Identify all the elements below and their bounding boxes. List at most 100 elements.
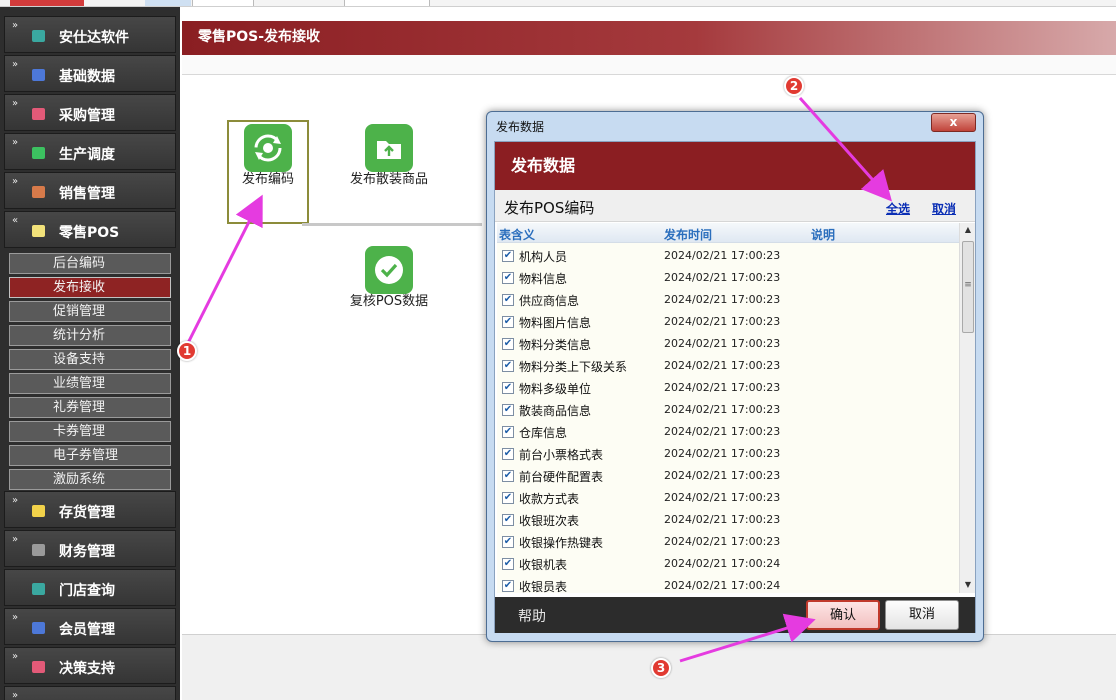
- row-name: 前台硬件配置表: [519, 470, 604, 484]
- sidebar: » 安仕达软件 » 基础数据 » 采购管理 » 生产调度 » 销售管理 « 零售…: [0, 7, 180, 700]
- menu-sales[interactable]: » 销售管理: [4, 172, 176, 209]
- row-checkbox[interactable]: ✔: [502, 250, 514, 262]
- table-row[interactable]: ✔ 前台硬件配置表 2024/02/21 17:00:23: [497, 465, 959, 487]
- row-name: 收银员表: [519, 580, 568, 593]
- row-checkbox[interactable]: ✔: [502, 316, 514, 328]
- menu-finance[interactable]: » 财务管理: [4, 530, 176, 567]
- row-checkbox[interactable]: ✔: [502, 272, 514, 284]
- table-row[interactable]: ✔ 物料分类信息 2024/02/21 17:00:23: [497, 333, 959, 355]
- menu-module-icon: [32, 147, 45, 159]
- table-row[interactable]: ✔ 物料信息 2024/02/21 17:00:23: [497, 267, 959, 289]
- row-checkbox[interactable]: ✔: [502, 492, 514, 504]
- close-icon: x: [949, 115, 958, 129]
- tile-review-pos-data[interactable]: 复核POS数据: [348, 246, 430, 308]
- row-name: 物料图片信息: [519, 316, 592, 330]
- row-time: 2024/02/21 17:00:23: [664, 271, 781, 284]
- table-row[interactable]: ✔ 收银员表 2024/02/21 17:00:24: [497, 575, 959, 593]
- column-header[interactable]: 表含义: [499, 226, 535, 243]
- row-checkbox[interactable]: ✔: [502, 404, 514, 416]
- submenu-statistics[interactable]: 统计分析: [9, 325, 171, 346]
- menu-label: 门店查询: [59, 583, 115, 599]
- row-checkbox[interactable]: ✔: [502, 514, 514, 526]
- table-row[interactable]: ✔ 收款方式表 2024/02/21 17:00:23: [497, 487, 959, 509]
- deselect-all-link[interactable]: 取消: [932, 200, 956, 217]
- row-checkbox[interactable]: ✔: [502, 448, 514, 460]
- menu-more[interactable]: »: [4, 686, 176, 700]
- row-checkbox[interactable]: ✔: [502, 382, 514, 394]
- row-time: 2024/02/21 17:00:24: [664, 557, 781, 570]
- row-checkbox[interactable]: ✔: [502, 360, 514, 372]
- table-row[interactable]: ✔ 散装商品信息 2024/02/21 17:00:23: [497, 399, 959, 421]
- row-name: 供应商信息: [519, 294, 580, 308]
- scroll-down-icon[interactable]: ▼: [960, 578, 976, 592]
- submenu-publish-receive[interactable]: 发布接收: [9, 277, 171, 298]
- row-checkbox[interactable]: ✔: [502, 294, 514, 306]
- annotation-badge: 1: [177, 341, 197, 361]
- submenu-backend-code[interactable]: 后台编码: [9, 253, 171, 274]
- submenu-e-voucher[interactable]: 电子券管理: [9, 445, 171, 466]
- row-checkbox[interactable]: ✔: [502, 536, 514, 548]
- publish-table: 表含义 发布时间 说明 ✔ 机构人员 2024/02/21 17:00:23 ✔ 物料信…: [497, 223, 959, 593]
- menu-member[interactable]: » 会员管理: [4, 608, 176, 645]
- table-row[interactable]: ✔ 收银机表 2024/02/21 17:00:24: [497, 553, 959, 575]
- row-checkbox[interactable]: ✔: [502, 580, 514, 592]
- menu-retail-pos[interactable]: « 零售POS: [4, 211, 176, 248]
- table-row[interactable]: ✔ 物料图片信息 2024/02/21 17:00:23: [497, 311, 959, 333]
- table-row[interactable]: ✔ 收银操作热键表 2024/02/21 17:00:23: [497, 531, 959, 553]
- dialog-subheader: 发布POS编码 全选 取消: [495, 190, 975, 222]
- submenu-performance[interactable]: 业绩管理: [9, 373, 171, 394]
- menu-basic-data[interactable]: » 基础数据: [4, 55, 176, 92]
- column-header[interactable]: 发布时间: [664, 226, 712, 243]
- menu-module-icon: [32, 505, 45, 517]
- expand-chevron-icon: »: [12, 495, 19, 506]
- vertical-scrollbar[interactable]: ▲ ≡ ▼: [959, 223, 975, 593]
- check-icon: [365, 246, 413, 294]
- menu-label: 决策支持: [59, 661, 115, 677]
- row-name: 收银班次表: [519, 514, 580, 528]
- row-checkbox[interactable]: ✔: [502, 470, 514, 482]
- tile-publish-bulk-goods[interactable]: 发布散装商品: [348, 124, 430, 186]
- table-row[interactable]: ✔ 前台小票格式表 2024/02/21 17:00:23: [497, 443, 959, 465]
- top-tab[interactable]: [145, 0, 191, 6]
- top-tab[interactable]: [344, 0, 430, 6]
- top-tab[interactable]: [192, 0, 254, 6]
- menu-production[interactable]: » 生产调度: [4, 133, 176, 170]
- table-row[interactable]: ✔ 仓库信息 2024/02/21 17:00:23: [497, 421, 959, 443]
- menu-module-icon: [32, 661, 45, 673]
- row-time: 2024/02/21 17:00:23: [664, 535, 781, 548]
- row-checkbox[interactable]: ✔: [502, 426, 514, 438]
- row-checkbox[interactable]: ✔: [502, 558, 514, 570]
- expand-chevron-icon: »: [12, 612, 19, 623]
- cancel-button[interactable]: 取消: [885, 600, 959, 630]
- menu-decision[interactable]: » 决策支持: [4, 647, 176, 684]
- menu-module-icon: [32, 186, 45, 198]
- menu-purchasing[interactable]: » 采购管理: [4, 94, 176, 131]
- submenu-promotion[interactable]: 促销管理: [9, 301, 171, 322]
- column-header[interactable]: 说明: [811, 226, 835, 243]
- table-row[interactable]: ✔ 机构人员 2024/02/21 17:00:23: [497, 245, 959, 267]
- table-row[interactable]: ✔ 供应商信息 2024/02/21 17:00:23: [497, 289, 959, 311]
- menu-anshida-software[interactable]: » 安仕达软件: [4, 16, 176, 53]
- row-checkbox[interactable]: ✔: [502, 338, 514, 350]
- table-row[interactable]: ✔ 物料分类上下级关系 2024/02/21 17:00:23: [497, 355, 959, 377]
- scroll-thumb[interactable]: ≡: [962, 241, 974, 333]
- submenu-card-voucher[interactable]: 卡券管理: [9, 421, 171, 442]
- submenu-gift-voucher[interactable]: 礼券管理: [9, 397, 171, 418]
- help-button[interactable]: 帮助: [518, 606, 546, 626]
- menu-inventory[interactable]: » 存货管理: [4, 491, 176, 528]
- table-row[interactable]: ✔ 收银班次表 2024/02/21 17:00:23: [497, 509, 959, 531]
- submenu-device-support[interactable]: 设备支持: [9, 349, 171, 370]
- confirm-button[interactable]: 确认: [806, 600, 880, 630]
- close-button[interactable]: x: [931, 113, 976, 132]
- row-time: 2024/02/21 17:00:23: [664, 403, 781, 416]
- table-row[interactable]: ✔ 物料多级单位 2024/02/21 17:00:23: [497, 377, 959, 399]
- scroll-up-icon[interactable]: ▲: [960, 223, 976, 237]
- menu-module-icon: [32, 69, 45, 81]
- submenu-incentive[interactable]: 激励系统: [9, 469, 171, 490]
- top-tab[interactable]: [10, 0, 84, 6]
- menu-store-query[interactable]: 门店查询: [4, 569, 176, 606]
- menu-label: 安仕达软件: [59, 30, 129, 46]
- select-all-link[interactable]: 全选: [886, 200, 910, 217]
- tile-publish-code[interactable]: 发布编码: [227, 120, 309, 224]
- row-name: 收银操作热键表: [519, 536, 604, 550]
